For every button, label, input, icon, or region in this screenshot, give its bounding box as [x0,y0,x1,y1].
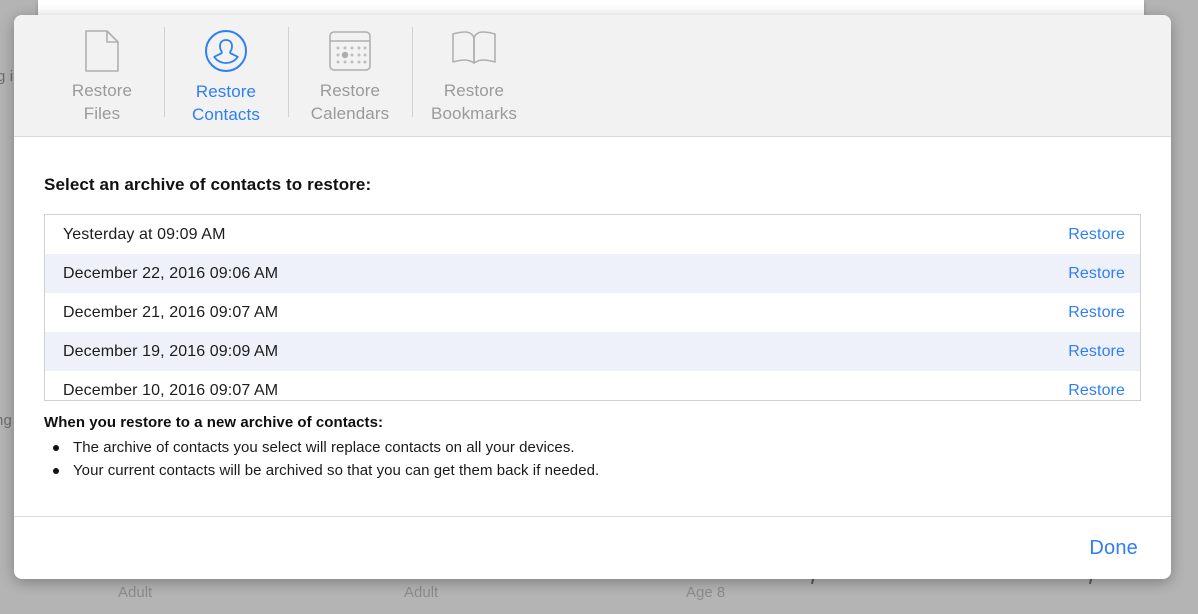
tab-restore-files-label: Restore Files [72,79,132,125]
dialog-body: Select an archive of contacts to restore… [14,137,1171,516]
done-button[interactable]: Done [1089,537,1138,560]
restore-notes: When you restore to a new archive of con… [44,414,1141,482]
tab-label-line1: Restore [195,82,257,101]
notes-list: The archive of contacts you select will … [44,436,1141,482]
document-icon [85,29,119,72]
tab-label-line1: Restore [71,81,133,100]
background-caption-2: Adult [404,584,439,601]
restore-dialog: Restore Files Restore Contacts Restore C… [14,15,1171,579]
tab-label-line1: Restore [319,81,381,100]
tab-restore-files[interactable]: Restore Files [40,15,164,125]
list-item: The archive of contacts you select will … [44,436,1141,459]
list-item: Your current contacts will be archived s… [44,459,1141,482]
archive-date: December 21, 2016 09:07 AM [63,303,279,321]
notes-title: When you restore to a new archive of con… [44,414,384,431]
table-row[interactable]: December 21, 2016 09:07 AM Restore [45,293,1140,332]
restore-link[interactable]: Restore [1068,304,1125,322]
page-title: Select an archive of contacts to restore… [44,175,372,194]
dialog-footer: Done [14,516,1171,579]
bookmark-icon [451,29,497,72]
table-row[interactable]: December 19, 2016 09:09 AM Restore [45,332,1140,371]
background-text-fragment-bottom: ng [0,412,12,429]
restore-toolbar: Restore Files Restore Contacts Restore C… [14,15,1171,137]
archive-date: December 19, 2016 09:09 AM [63,342,279,360]
archive-date: Yesterday at 09:09 AM [63,225,226,243]
background-caption-3: Age 8 [686,584,726,601]
calendar-icon [329,29,371,72]
table-row[interactable]: December 22, 2016 09:06 AM Restore [45,254,1140,293]
tab-label-line2: Calendars [310,104,390,123]
tab-restore-calendars[interactable]: Restore Calendars [288,15,412,125]
tab-restore-contacts[interactable]: Restore Contacts [164,15,288,125]
restore-link[interactable]: Restore [1068,265,1125,283]
tab-label-line1: Restore [443,81,505,100]
restore-link[interactable]: Restore [1068,343,1125,361]
background-bottom-strip: Adult Adult Age 8 [0,576,1198,614]
archive-date: December 10, 2016 09:07 AM [63,381,279,399]
contact-icon [203,29,249,73]
table-row[interactable]: December 10, 2016 09:07 AM Restore [45,371,1140,400]
archive-date: December 22, 2016 09:06 AM [63,264,279,282]
background-text-fragment-top: g i [0,68,14,85]
restore-link[interactable]: Restore [1068,226,1125,244]
tab-label-line2: Bookmarks [431,104,517,123]
tab-restore-contacts-label: Restore Contacts [192,80,260,126]
restore-link[interactable]: Restore [1068,382,1125,400]
tab-restore-calendars-label: Restore Calendars [311,79,389,125]
tab-restore-bookmarks-label: Restore Bookmarks [431,79,517,125]
background-caption-1: Adult [118,584,153,601]
table-row[interactable]: Yesterday at 09:09 AM Restore [45,215,1140,254]
tab-restore-bookmarks[interactable]: Restore Bookmarks [412,15,536,125]
archive-list[interactable]: Yesterday at 09:09 AM Restore December 2… [44,214,1141,401]
tab-label-line2: Files [83,104,121,123]
tab-label-line2: Contacts [192,105,260,124]
